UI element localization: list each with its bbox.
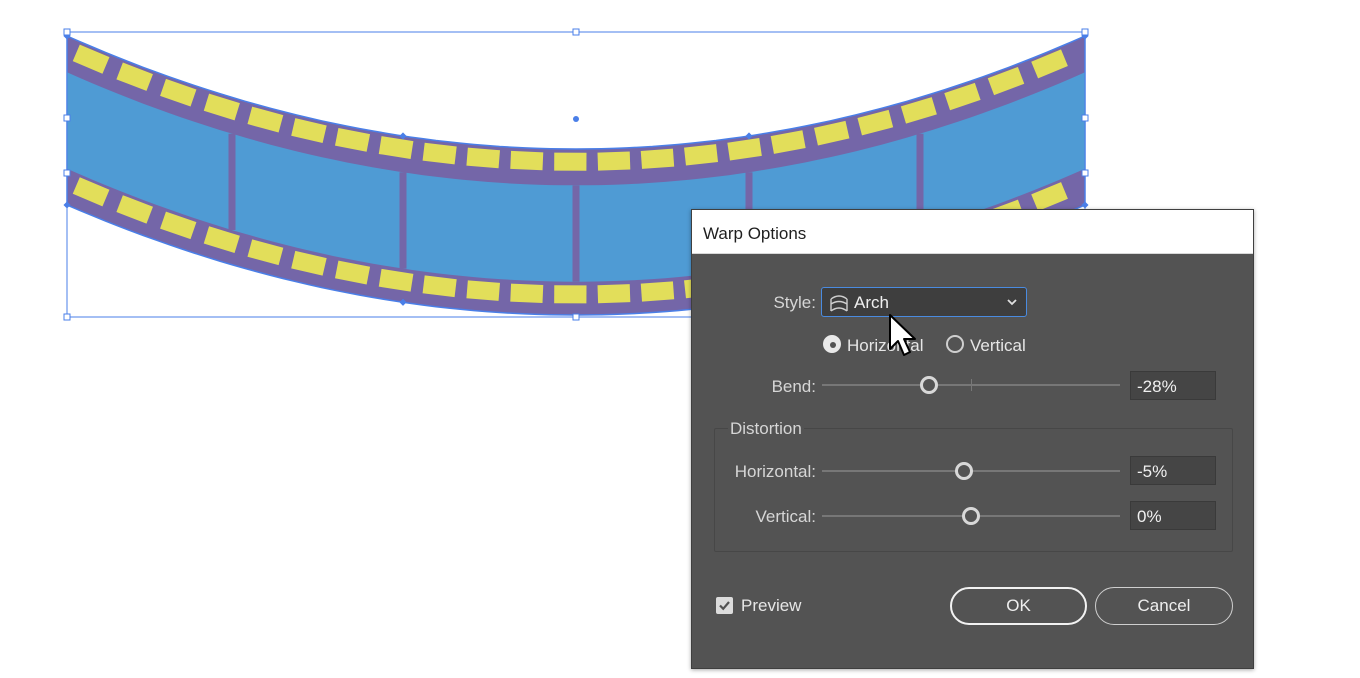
horizontal-distortion-value-field[interactable]: -5% <box>1130 456 1216 485</box>
resize-handle-bottom-center[interactable] <box>572 313 580 321</box>
cancel-button[interactable]: Cancel <box>1095 587 1233 625</box>
bend-value: -28% <box>1137 377 1177 396</box>
film-sprocket-hole <box>510 283 544 303</box>
film-sprocket-hole <box>554 152 587 171</box>
vertical-radio[interactable] <box>946 335 964 353</box>
horizontal-radio[interactable] <box>823 335 841 353</box>
film-sprocket-hole <box>597 284 631 304</box>
warp-options-dialog: Warp Options Style: Arch Horizontal Vert… <box>691 209 1254 669</box>
resize-handle-right-lower[interactable] <box>1081 169 1089 177</box>
film-sprocket-hole <box>640 148 675 169</box>
resize-handle-top-left[interactable] <box>63 28 71 36</box>
preview-label[interactable]: Preview <box>741 596 801 616</box>
style-value: Arch <box>854 293 889 312</box>
vertical-radio-label[interactable]: Vertical <box>970 336 1026 356</box>
distortion-group-label: Distortion <box>728 419 804 439</box>
film-sprocket-hole <box>640 281 675 302</box>
arch-icon <box>830 295 848 312</box>
resize-handle-bottom-left[interactable] <box>63 313 71 321</box>
style-label: Style: <box>773 293 816 312</box>
film-sprocket-hole <box>422 142 457 165</box>
center-point[interactable] <box>573 116 579 122</box>
bend-label: Bend: <box>771 377 816 396</box>
ok-button[interactable]: OK <box>950 587 1087 625</box>
vertical-distortion-value-field[interactable]: 0% <box>1130 501 1216 530</box>
dialog-titlebar[interactable]: Warp Options <box>692 210 1253 254</box>
film-sprocket-hole <box>422 275 457 298</box>
distortion-group <box>714 428 1233 552</box>
horizontal-distortion-label: Horizontal: <box>734 462 816 481</box>
preview-checkbox[interactable] <box>716 597 733 614</box>
film-sprocket-hole <box>684 144 719 166</box>
horizontal-distortion-value: -5% <box>1137 462 1168 481</box>
resize-handle-middle-left[interactable] <box>63 114 71 122</box>
resize-handle-top-center[interactable] <box>572 28 580 36</box>
vertical-distortion-label: Vertical: <box>755 507 816 526</box>
film-sprocket-hole <box>466 147 500 169</box>
vertical-distortion-value: 0% <box>1137 507 1162 526</box>
bend-slider-center-tick <box>971 379 972 391</box>
dialog-title: Warp Options <box>703 224 807 243</box>
film-sprocket-hole <box>597 151 631 171</box>
film-sprocket-hole <box>510 150 544 171</box>
resize-handle-left-lower[interactable] <box>63 169 71 177</box>
resize-handle-top-right[interactable] <box>1081 28 1089 36</box>
film-sprocket-hole <box>554 285 587 304</box>
resize-handle-middle-right[interactable] <box>1081 114 1089 122</box>
vertical-distortion-slider-thumb[interactable] <box>962 507 980 525</box>
bend-slider-thumb[interactable] <box>920 376 939 394</box>
checkmark-icon <box>719 601 730 611</box>
mouse-pointer-icon <box>889 314 916 356</box>
film-sprocket-hole <box>466 280 501 301</box>
style-dropdown[interactable]: Arch <box>821 287 1027 317</box>
bend-value-field[interactable]: -28% <box>1130 371 1216 400</box>
horizontal-distortion-slider-thumb[interactable] <box>954 462 973 480</box>
chevron-down-icon <box>1007 299 1017 306</box>
